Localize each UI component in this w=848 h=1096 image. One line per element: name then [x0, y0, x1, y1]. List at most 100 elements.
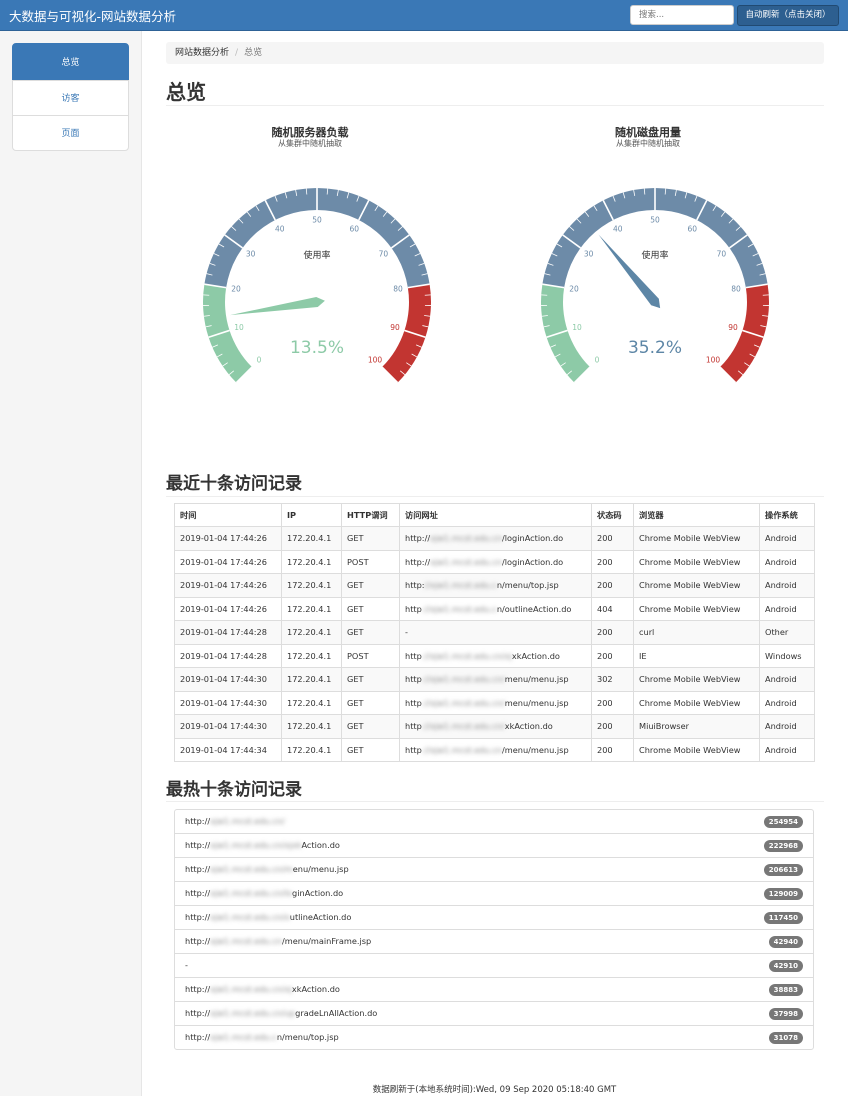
url-prefix: http: [405, 603, 422, 614]
count-badge: 222968: [763, 840, 803, 852]
table-row: 2019-01-04 17:44:28 172.20.4.1 POST http://…: [174, 643, 815, 668]
list-item[interactable]: http://xjw1.mcst.edu.cn/xjxkAction.do 388…: [174, 977, 814, 1002]
url-prefix: http: [405, 697, 422, 708]
col-header-url: 访问网址: [399, 503, 592, 527]
cell-verb: GET: [341, 667, 400, 692]
list-item[interactable]: http://xjw1.mcst.edu.cn/outlineAction.do…: [174, 905, 814, 930]
cell-status: 200: [591, 643, 634, 668]
gauge-pointer: [229, 297, 325, 316]
list-item[interactable]: - 42910: [174, 953, 814, 978]
gauge-band-high: [382, 284, 431, 383]
count-badge: 38883: [768, 984, 803, 996]
gauge-tick-label: 80: [393, 285, 403, 294]
col-header-ip: IP: [281, 503, 342, 527]
cell-time: 2019-01-04 17:44:28: [174, 620, 282, 645]
cell-url: http://xjw1.mcst.edu.cn/menu/menu.jsp: [399, 667, 592, 692]
url-path: xkAction.do: [511, 650, 560, 661]
sidebar-item-pages[interactable]: 页面: [12, 115, 129, 151]
url-redacted: xjw1.mcst.edu.cn/up: [210, 1008, 296, 1018]
url-redacted: xjw1.mcst.edu.cn: [430, 556, 502, 567]
list-item[interactable]: http://xjw1.mcst.edu.cn/menu/top.jsp 3107…: [174, 1025, 814, 1050]
cell-ip: 172.20.4.1: [281, 737, 342, 762]
url-path: n/menu/top.jsp: [496, 580, 559, 591]
gauge-tick-label: 50: [650, 216, 660, 225]
cell-status: 200: [591, 573, 634, 598]
url-redacted: xjw1.mcst.edu.c: [210, 1032, 277, 1042]
cell-browser: Chrome Mobile WebView: [633, 526, 760, 551]
gauge-subtitle-disk: 从集群中随机抽取: [616, 139, 680, 148]
url-path: xkAction.do: [291, 984, 340, 994]
cell-status: 200: [591, 620, 634, 645]
sidebar: 总览 访客 页面: [0, 31, 142, 1096]
gauge-tick-label: 50: [312, 216, 322, 225]
list-item[interactable]: http://xjw1.mcst.edu.cn/upgradeLnAllActi…: [174, 1001, 814, 1026]
url-prefix: http://: [185, 984, 211, 994]
url-path: xkAction.do: [504, 721, 553, 732]
hot-divider: [166, 801, 824, 802]
cell-url: http://xjw1.mcst.edu.cn/loginAction.do: [399, 526, 592, 551]
url-prefix: http://: [185, 888, 211, 898]
count-badge: 42910: [768, 960, 803, 972]
gauge-tick-label: 30: [584, 249, 594, 258]
gauge-tick-label: 0: [595, 355, 600, 364]
url-prefix: http: [405, 744, 422, 755]
url-path: Action.do: [301, 840, 340, 850]
cell-time: 2019-01-04 17:44:30: [174, 690, 282, 715]
cell-url: http://xjw1.mcst.edu.cn/xkAction.do: [399, 714, 592, 739]
breadcrumb: 网站数据分析 / 总览: [166, 42, 824, 64]
col-header-os: 操作系统: [759, 503, 815, 527]
cell-os: Android: [759, 549, 815, 574]
table-row: 2019-01-04 17:44:26 172.20.4.1 GET http://x…: [174, 573, 815, 598]
table-row: 2019-01-04 17:44:30 172.20.4.1 GET http://x…: [174, 690, 815, 715]
url-path: enu/menu.jsp: [292, 864, 349, 874]
title-divider: [166, 105, 824, 106]
list-item[interactable]: http://xjw1.mcst.edu.cn/menu/mainFrame.j…: [174, 929, 814, 954]
list-item[interactable]: http://xjw1.mcst.edu.cn/loginAction.do 12…: [174, 881, 814, 906]
cell-os: Android: [759, 737, 815, 762]
cell-browser: Chrome Mobile WebView: [633, 596, 760, 621]
cell-browser: IE: [633, 643, 760, 668]
url-redacted: xjw1.mcst.edu.cn/xjxk: [210, 840, 302, 850]
url-prefix: http://: [185, 1032, 211, 1042]
cell-os: Windows: [759, 643, 815, 668]
cell-url: http://xjw1.mcst.edu.cn/menu/menu.jsp: [399, 737, 592, 762]
list-item[interactable]: http://xjw1.mcst.edu.cn/menu/menu.jsp 206…: [174, 857, 814, 882]
list-item[interactable]: http://xjw1.mcst.edu.cn/254954: [174, 809, 814, 834]
cell-time: 2019-01-04 17:44:26: [174, 526, 282, 551]
gauge-tick-label: 20: [231, 285, 241, 294]
search-input[interactable]: [630, 5, 734, 25]
breadcrumb-parent[interactable]: 网站数据分析: [175, 48, 229, 58]
sidebar-item-visitors[interactable]: 访客: [12, 80, 129, 116]
cell-browser: Chrome Mobile WebView: [633, 573, 760, 598]
sidebar-item-overview[interactable]: 总览: [12, 43, 129, 81]
count-badge: 117450: [763, 912, 803, 924]
table-header-row: 时间 IP HTTP谓词 访问网址 状态码 浏览器 操作系统: [174, 503, 815, 527]
recent-records-table: 时间 IP HTTP谓词 访问网址 状态码 浏览器 操作系统 2019-01-0…: [174, 503, 815, 762]
url-prefix: http://: [405, 533, 431, 544]
cell-browser: Chrome Mobile WebView: [633, 737, 760, 762]
cell-browser: curl: [633, 620, 760, 645]
url-prefix: http://: [185, 840, 211, 850]
cell-ip: 172.20.4.1: [281, 620, 342, 645]
cell-url: http://xjw1.mcst.edu.cn/menu/menu.jsp: [399, 690, 592, 715]
cell-ip: 172.20.4.1: [281, 526, 342, 551]
list-item[interactable]: http://xjw1.mcst.edu.cn/xjxkAction.do 222…: [174, 833, 814, 858]
url-path: gradeLnAllAction.do: [295, 1008, 378, 1018]
url-prefix: http: [405, 721, 422, 732]
url-path: menu/menu.jsp: [504, 674, 569, 685]
auto-refresh-button[interactable]: 自动刷新（点击关闭）: [737, 5, 839, 26]
url-redacted: ://xjw1.mcst.edu.cn/xj: [421, 650, 512, 661]
table-row: 2019-01-04 17:44:34 172.20.4.1 GET http://x…: [174, 737, 815, 762]
gauge-subtitle-load: 从集群中随机抽取: [278, 139, 342, 148]
gauge-tick-label: 90: [390, 323, 400, 332]
app-brand[interactable]: 大数据与可视化-网站数据分析: [9, 6, 176, 25]
gauge-tick-label: 30: [246, 249, 256, 258]
gauge-center-label: 使用率: [303, 249, 330, 261]
url-path: /menu/mainFrame.jsp: [282, 936, 372, 946]
count-badge: 42940: [768, 936, 803, 948]
count-badge: 37998: [768, 1008, 803, 1020]
count-badge: 254954: [763, 816, 803, 828]
recent-records-title: 最近十条访问记录: [166, 474, 302, 494]
cell-time: 2019-01-04 17:44:26: [174, 573, 282, 598]
gauge-tick-label: 10: [234, 323, 244, 332]
